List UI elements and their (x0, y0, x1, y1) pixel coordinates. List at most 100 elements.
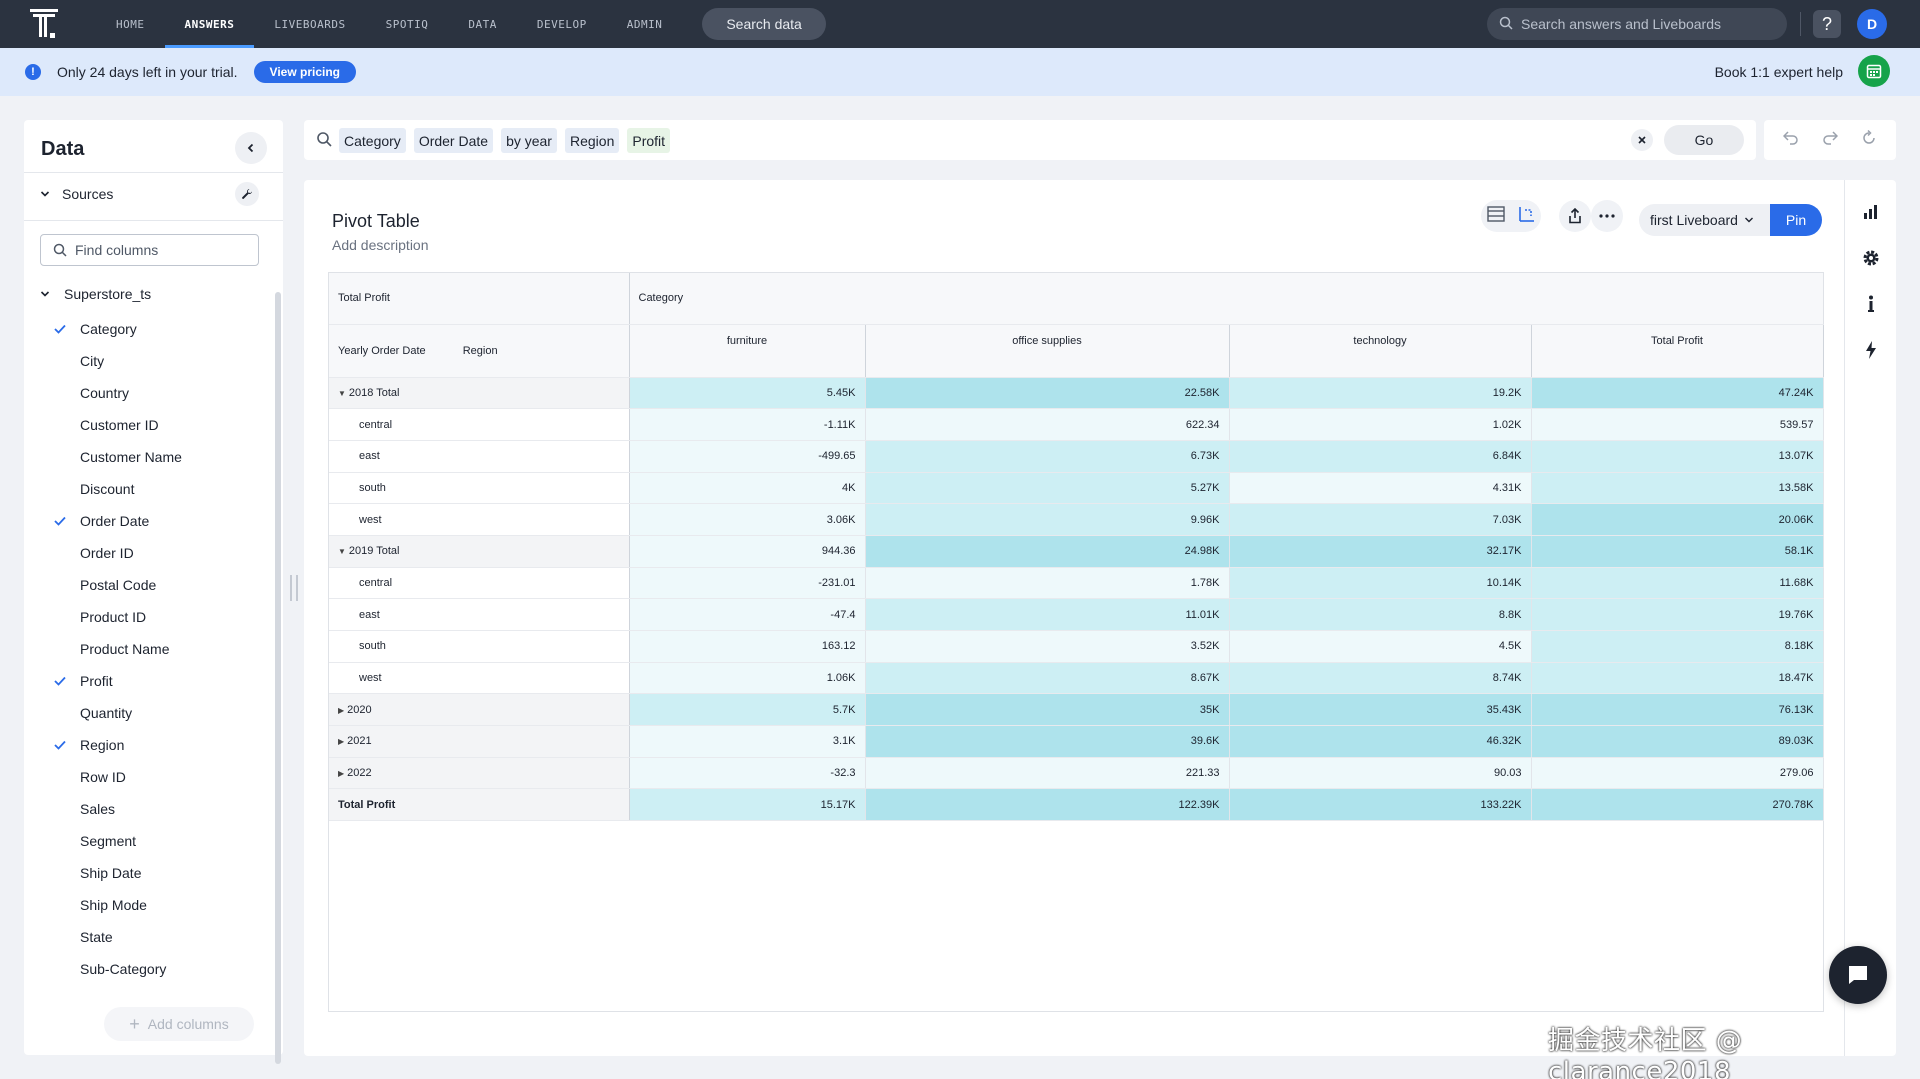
row-dim-header[interactable]: Region (463, 345, 498, 357)
pivot-header-row: Total Profit Category (329, 273, 1824, 325)
nav-item-liveboards[interactable]: LIVEBOARDS (254, 0, 365, 48)
global-search-input[interactable] (1521, 16, 1771, 32)
chart-config-icon[interactable] (1517, 206, 1535, 227)
user-avatar[interactable]: D (1857, 9, 1887, 39)
nav-item-answers[interactable]: ANSWERS (164, 0, 255, 48)
global-search[interactable] (1487, 8, 1787, 40)
column-item[interactable]: Sub-Category (24, 953, 283, 985)
column-item[interactable]: City (24, 345, 283, 377)
column-item[interactable]: Discount (24, 473, 283, 505)
row-header[interactable]: ▶ 2021 (329, 725, 630, 758)
nav-item-spotiq[interactable]: SPOTIQ (366, 0, 449, 48)
row-header[interactable]: ▶ 2020 (329, 693, 630, 727)
view-pricing-button[interactable]: View pricing (253, 61, 356, 83)
column-item[interactable]: Sales (24, 793, 283, 825)
answer-title[interactable]: Pivot Table (332, 211, 420, 232)
chat-button[interactable] (1829, 946, 1887, 1004)
column-name: Row ID (80, 769, 126, 785)
calendar-icon[interactable] (1858, 55, 1890, 87)
table-cell: 8.74K (1229, 662, 1532, 695)
row-dim-header[interactable]: Yearly Order Date (338, 345, 426, 357)
pivot-column-header[interactable]: Total Profit (1531, 324, 1824, 378)
lightning-icon[interactable] (1857, 336, 1885, 364)
caret-right-icon[interactable]: ▶ (338, 737, 344, 746)
row-header: east (329, 440, 630, 473)
table-row: west 1.06K 8.67K 8.74K 18.47K (329, 662, 1824, 695)
column-item[interactable]: Quantity (24, 697, 283, 729)
column-item[interactable]: Customer Name (24, 441, 283, 473)
book-help-link[interactable]: Book 1:1 expert help (1715, 64, 1843, 80)
column-item[interactable]: Ship Mode (24, 889, 283, 921)
column-item[interactable]: Ship Date (24, 857, 283, 889)
reset-icon[interactable] (1861, 129, 1877, 151)
column-dimension-header[interactable]: Category (629, 273, 1824, 325)
table-view-icon[interactable] (1487, 205, 1505, 227)
chart-icon[interactable] (1857, 198, 1885, 226)
liveboard-select[interactable]: first Liveboard (1639, 204, 1770, 236)
pivot-column-header[interactable]: technology (1229, 324, 1532, 378)
thoughtspot-logo[interactable] (22, 0, 66, 48)
column-list-scrollbar[interactable] (275, 292, 281, 1064)
search-token[interactable]: Category (339, 128, 406, 153)
nav-item-admin[interactable]: ADMIN (607, 0, 683, 48)
caret-down-icon[interactable]: ▼ (338, 389, 346, 398)
go-button[interactable]: Go (1664, 125, 1744, 155)
measure-header[interactable]: Total Profit (329, 273, 630, 325)
column-item[interactable]: Category (24, 313, 283, 345)
clear-search-button[interactable] (1631, 129, 1653, 151)
add-columns-button[interactable]: + Add columns (104, 1007, 254, 1041)
help-button[interactable]: ? (1813, 10, 1841, 38)
datasource-toggle[interactable]: Superstore_ts (40, 282, 151, 306)
search-token[interactable]: Profit (627, 128, 671, 153)
find-columns-input[interactable] (75, 242, 255, 258)
column-item[interactable]: Order ID (24, 537, 283, 569)
share-button[interactable] (1559, 200, 1591, 232)
column-item[interactable]: Country (24, 377, 283, 409)
row-header[interactable]: ▼ 2018 Total (329, 377, 630, 410)
close-icon (1638, 136, 1646, 144)
search-token[interactable]: Order Date (413, 128, 494, 153)
search-bar[interactable]: Category Order Date by year Region Profit Go (304, 120, 1756, 160)
caret-down-icon[interactable]: ▼ (338, 547, 346, 556)
row-header[interactable]: ▼ 2019 Total (329, 535, 630, 568)
table-row: ▼ 2019 Total 944.36 24.98K 32.17K 58.1K (329, 535, 1824, 568)
column-item[interactable]: Postal Code (24, 569, 283, 601)
find-columns-field[interactable] (40, 234, 259, 266)
check-icon (24, 516, 80, 526)
search-token[interactable]: by year (501, 128, 557, 153)
nav-item-develop[interactable]: DEVELOP (517, 0, 607, 48)
caret-right-icon[interactable]: ▶ (338, 769, 344, 778)
column-item[interactable]: Segment (24, 825, 283, 857)
search-data-button[interactable]: Search data (702, 8, 826, 40)
undo-icon[interactable] (1783, 130, 1799, 150)
column-item[interactable]: State (24, 921, 283, 953)
table-row: ▼ 2018 Total 5.45K 22.58K 19.2K 47.24K (329, 377, 1824, 410)
nav-item-home[interactable]: HOME (96, 0, 165, 48)
column-name: Sales (80, 801, 116, 817)
column-item[interactable]: Profit (24, 665, 283, 697)
gear-icon[interactable] (1857, 244, 1885, 272)
column-item[interactable]: Row ID (24, 761, 283, 793)
redo-icon[interactable] (1822, 130, 1839, 150)
wrench-icon[interactable] (235, 182, 259, 206)
pivot-column-header[interactable]: office supplies (865, 324, 1230, 378)
column-name: Category (80, 321, 137, 337)
column-item[interactable]: Region (24, 729, 283, 761)
table-cell: 221.33 (865, 757, 1230, 790)
nav-item-data[interactable]: DATA (448, 0, 517, 48)
row-header[interactable]: ▶ 2022 (329, 757, 630, 790)
panel-resize-handle[interactable] (290, 575, 298, 601)
row-header: east (329, 598, 630, 631)
more-options-button[interactable] (1591, 200, 1623, 232)
column-item[interactable]: Product ID (24, 601, 283, 633)
caret-right-icon[interactable]: ▶ (338, 706, 344, 715)
answer-description[interactable]: Add description (332, 237, 429, 253)
pin-button[interactable]: Pin (1770, 204, 1822, 236)
info-icon[interactable] (1857, 290, 1885, 318)
search-token[interactable]: Region (564, 128, 620, 153)
collapse-panel-button[interactable] (235, 132, 267, 164)
column-item[interactable]: Customer ID (24, 409, 283, 441)
pivot-column-header[interactable]: furniture (629, 324, 866, 378)
column-item[interactable]: Order Date (24, 505, 283, 537)
column-item[interactable]: Product Name (24, 633, 283, 665)
